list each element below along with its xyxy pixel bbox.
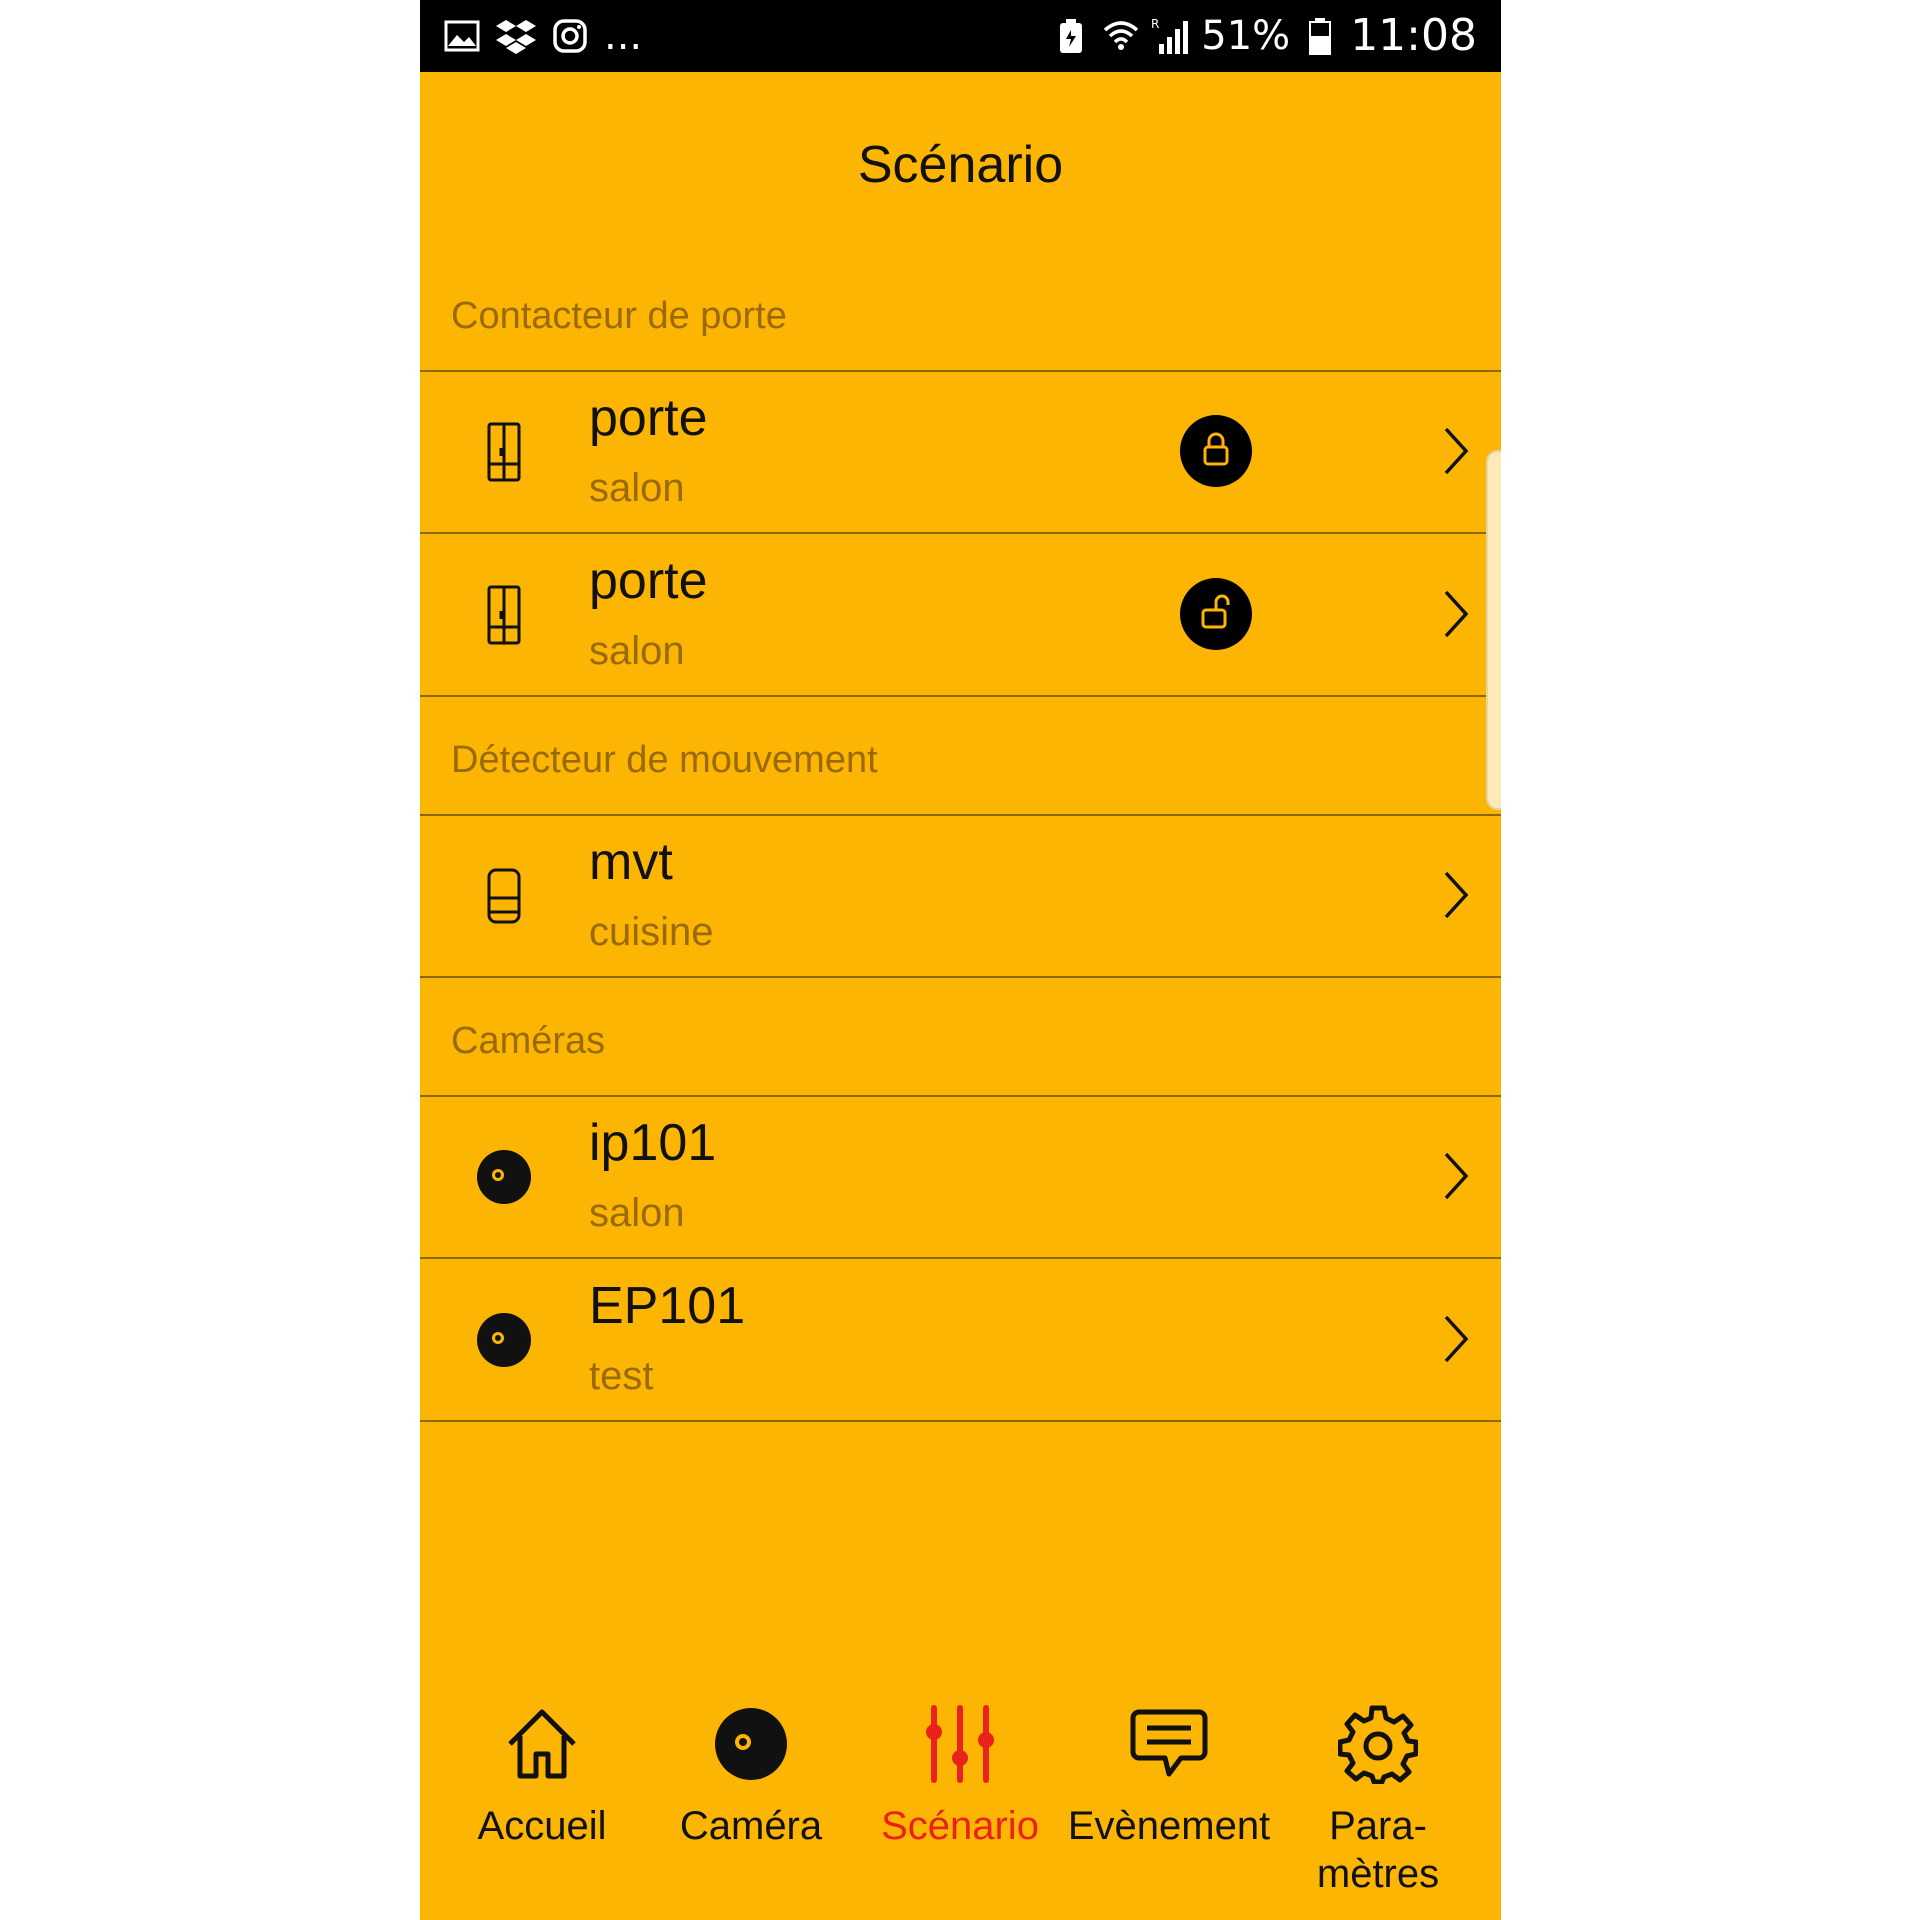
- instagram-icon: [550, 16, 590, 56]
- section-label: Détecteur de mouvement: [451, 739, 878, 781]
- list-item-camera-ip101[interactable]: ip101 salon: [420, 1095, 1501, 1259]
- device-name: ip101: [589, 1114, 717, 1172]
- dropbox-icon: [496, 16, 536, 56]
- nav-camera[interactable]: Caméra: [646, 1690, 856, 1920]
- chevron-right-icon: [1440, 588, 1472, 640]
- door-sensor-icon: [472, 583, 536, 647]
- device-location: cuisine: [589, 910, 714, 954]
- nav-parametres[interactable]: Para- mètres: [1273, 1690, 1483, 1920]
- section-header-cameras: Caméras: [420, 977, 1501, 1097]
- lock-closed-icon: [1196, 429, 1236, 474]
- section-header-door-contact: Contacteur de porte: [420, 252, 1501, 372]
- lock-open-icon: [1196, 592, 1236, 637]
- list-item-camera-ep101[interactable]: EP101 test: [420, 1258, 1501, 1422]
- device-location: salon: [589, 466, 685, 510]
- status-bar: ... R 51% 11:08: [420, 0, 1501, 72]
- gallery-icon: [442, 16, 482, 56]
- section-header-motion-detector: Détecteur de mouvement: [420, 696, 1501, 816]
- battery-saver-icon: [1051, 16, 1091, 56]
- nav-scenario[interactable]: Scénario: [855, 1690, 1065, 1920]
- sliders-icon: [920, 1704, 1000, 1784]
- wifi-icon: [1101, 16, 1141, 56]
- chevron-right-icon: [1440, 869, 1472, 921]
- lock-toggle-button[interactable]: [1180, 415, 1252, 487]
- camera-icon: [472, 1308, 536, 1372]
- battery-icon: [1300, 16, 1340, 56]
- home-icon: [502, 1704, 582, 1784]
- list-item-door-1[interactable]: porte salon: [420, 370, 1501, 534]
- motion-sensor-icon: [472, 864, 536, 928]
- nav-accueil[interactable]: Accueil: [437, 1690, 647, 1920]
- more-notifications: ...: [604, 13, 643, 59]
- gear-icon: [1337, 1704, 1419, 1785]
- lock-toggle-button[interactable]: [1180, 578, 1252, 650]
- device-name: porte: [589, 552, 708, 610]
- nav-label: Scénario: [881, 1804, 1039, 1848]
- list-item-motion[interactable]: mvt cuisine: [420, 814, 1501, 978]
- device-name: EP101: [589, 1277, 746, 1335]
- chevron-right-icon: [1440, 1313, 1472, 1365]
- page-title: Scénario: [857, 136, 1064, 194]
- nav-label: Para- mètres: [1316, 1804, 1440, 1896]
- device-name: porte: [589, 389, 708, 447]
- device-location: salon: [589, 1191, 685, 1235]
- chevron-right-icon: [1440, 425, 1472, 477]
- nav-label: Accueil: [477, 1804, 607, 1848]
- bottom-nav: Accueil Caméra Scénario Evènement Para- …: [420, 1690, 1501, 1920]
- camera-icon: [472, 1145, 536, 1209]
- svg-text:R: R: [1151, 17, 1159, 31]
- device-location: salon: [589, 629, 685, 673]
- app-screen: ... R 51% 11:08 Scénario Contacteur de p…: [420, 0, 1501, 1920]
- chat-icon: [1129, 1704, 1209, 1784]
- device-location: test: [589, 1354, 654, 1398]
- nav-label: Evènement: [1067, 1804, 1271, 1848]
- clock: 11:08: [1350, 10, 1477, 61]
- scroll-indicator[interactable]: [1486, 450, 1501, 810]
- chevron-right-icon: [1440, 1150, 1472, 1202]
- signal-icon: R: [1151, 16, 1191, 56]
- door-sensor-icon: [472, 420, 536, 484]
- camera-icon: [711, 1704, 791, 1784]
- section-label: Caméras: [451, 1020, 606, 1062]
- device-name: mvt: [589, 833, 673, 891]
- battery-percent: 51%: [1201, 13, 1291, 59]
- section-label: Contacteur de porte: [451, 295, 787, 337]
- nav-label: Caméra: [679, 1804, 823, 1848]
- nav-evenement[interactable]: Evènement: [1064, 1690, 1274, 1920]
- list-item-door-2[interactable]: porte salon: [420, 533, 1501, 697]
